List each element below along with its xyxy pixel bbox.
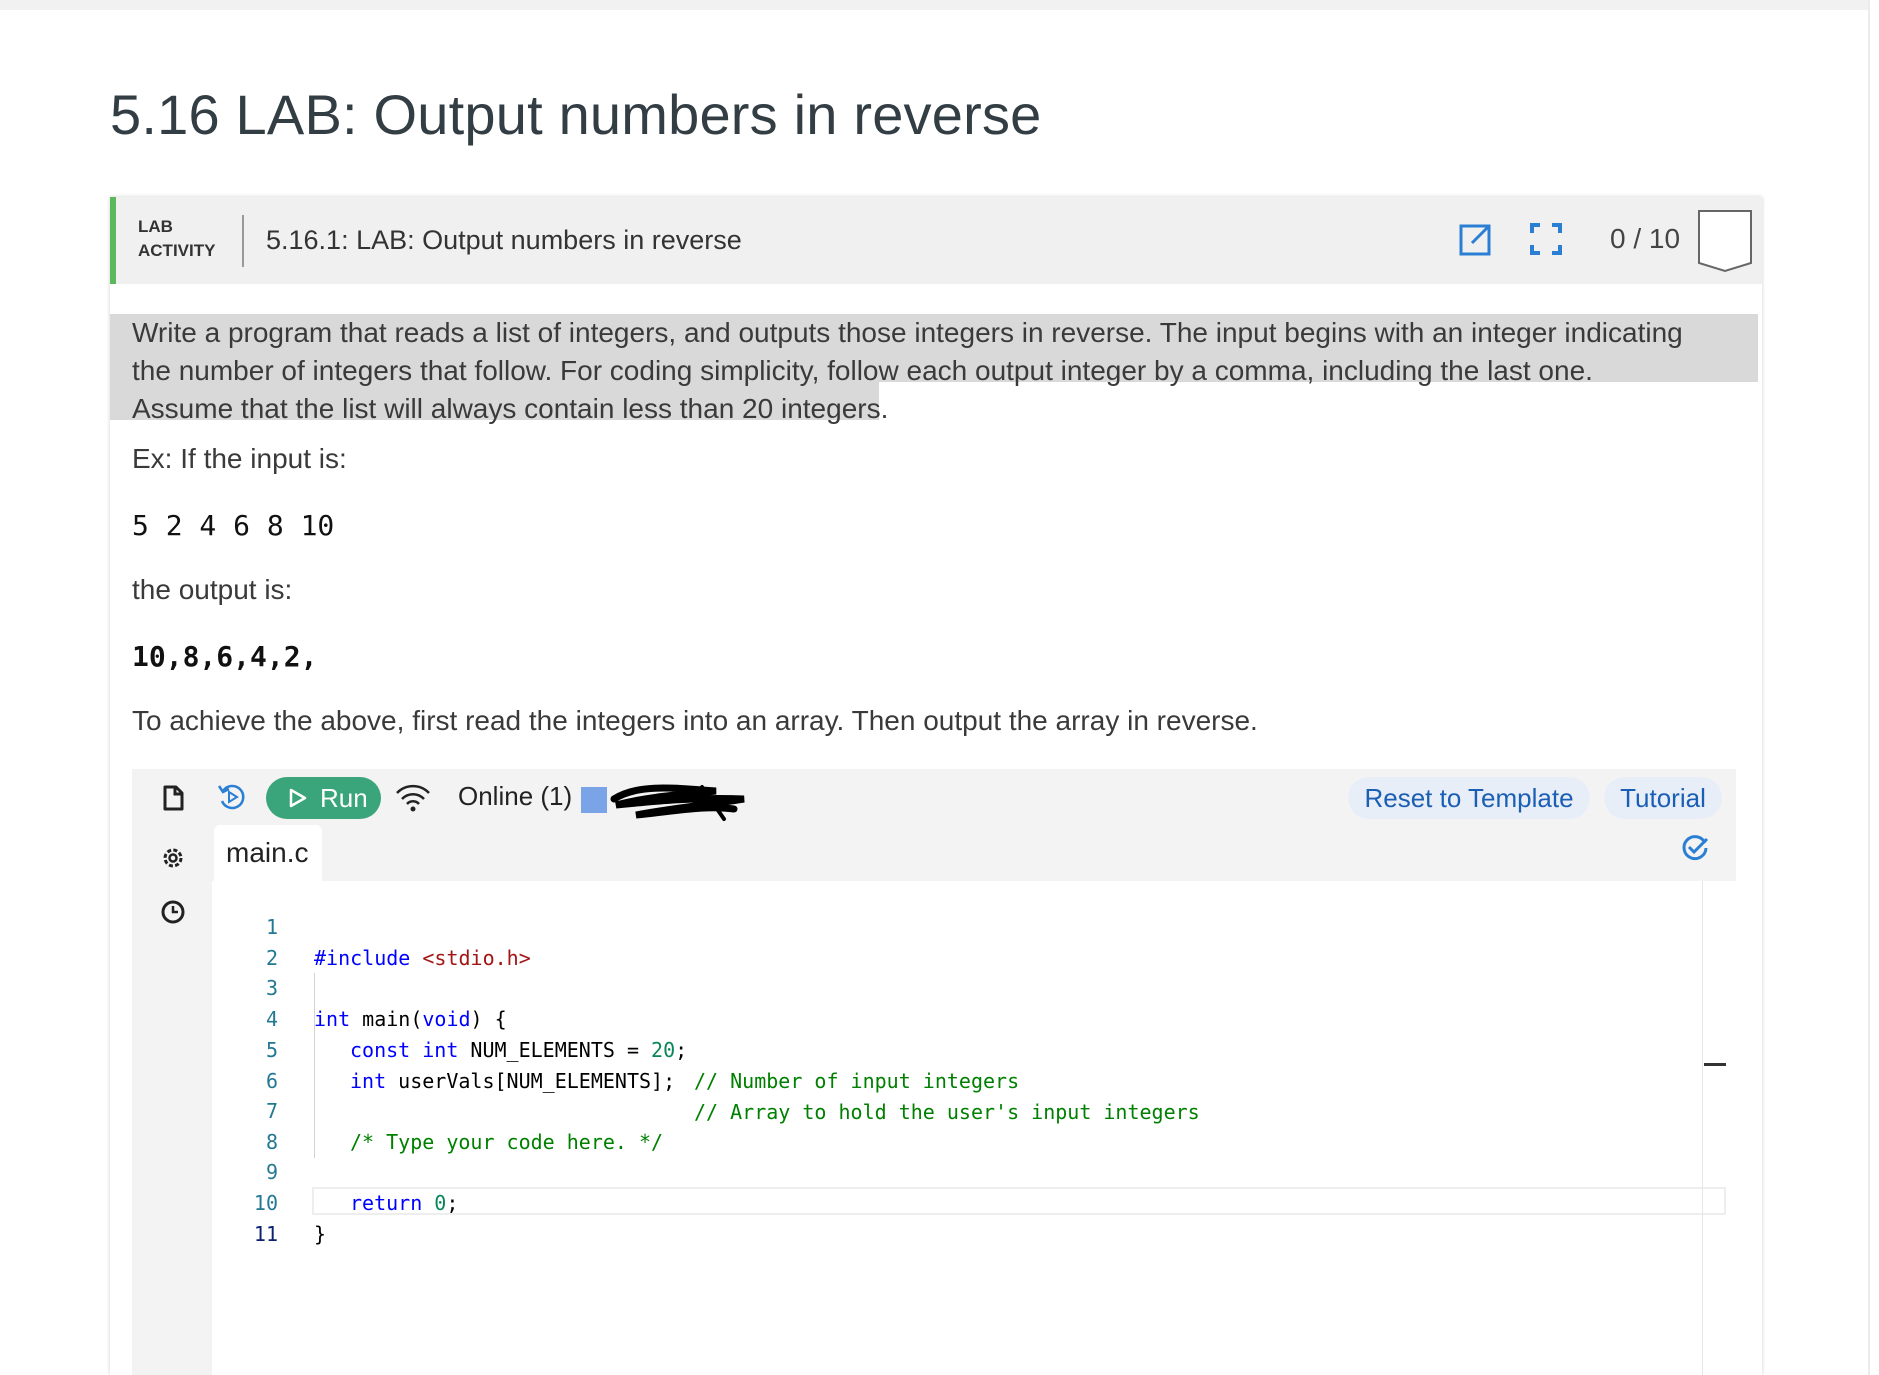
wifi-icon	[396, 784, 430, 812]
output-intro: the output is:	[132, 574, 293, 605]
saved-check-icon	[1682, 835, 1709, 861]
code-editor[interactable]: 1 #include <stdio.h> 2 3 int main(void) …	[212, 881, 1736, 1375]
code-editor-panel: Run Online (1) Reset to Template Tutoria…	[132, 769, 1736, 1375]
code-line-4: 4 const int NUM_ELEMENTS = 20; // Number…	[212, 973, 1700, 1093]
activity-type-line1: LAB	[138, 217, 173, 236]
code-line-3: 3 int main(void) {	[212, 942, 1700, 1031]
scrollbar-marker	[1704, 1063, 1726, 1066]
redaction-scribble	[610, 784, 745, 821]
tutorial-button[interactable]: Tutorial	[1604, 777, 1722, 819]
code-line-9: 9 return 0;	[212, 1126, 1700, 1215]
history-icon[interactable]	[158, 897, 188, 927]
completion-badge-icon	[1698, 210, 1752, 273]
page-title: 5.16 LAB: Output numbers in reverse	[110, 83, 1042, 146]
editor-scrollbar[interactable]	[1702, 881, 1703, 1375]
code-line-5: 5 int userVals[NUM_ELEMENTS]; // Array t…	[212, 1004, 1700, 1124]
code-line-6: 6	[212, 1035, 1700, 1093]
code-line-10: 10 }	[212, 1157, 1700, 1246]
page-edge	[1868, 0, 1870, 1375]
run-label: Run	[320, 783, 368, 813]
code-line-2: 2	[212, 912, 1700, 970]
settings-icon[interactable]	[158, 843, 188, 873]
activity-type-label: LAB ACTIVITY	[138, 215, 228, 263]
play-icon	[289, 788, 307, 808]
top-strip	[0, 0, 1870, 10]
example-output: 10,8,6,4,2,	[132, 640, 318, 673]
external-link-icon[interactable]	[1458, 221, 1494, 257]
code-line-1: 1 #include <stdio.h>	[212, 881, 1700, 970]
reset-to-template-button[interactable]: Reset to Template	[1348, 777, 1590, 819]
activity-title: 5.16.1: LAB: Output numbers in reverse	[266, 225, 742, 255]
reset-code-icon[interactable]	[216, 781, 248, 813]
input-intro: Ex: If the input is:	[132, 443, 347, 474]
fullscreen-icon[interactable]	[1528, 221, 1564, 257]
code-text: }	[314, 1222, 327, 1246]
code-line-11: 11	[212, 1188, 1700, 1246]
hint-text: To achieve the above, first read the int…	[132, 705, 1258, 736]
file-tab-main-c[interactable]: main.c	[214, 825, 322, 881]
code-line-7: 7 /* Type your code here. */	[212, 1065, 1700, 1154]
user-presence-indicator	[581, 787, 607, 813]
file-icon[interactable]	[158, 783, 188, 813]
activity-header: LAB ACTIVITY 5.16.1: LAB: Output numbers…	[110, 197, 1762, 284]
code-line-8: 8	[212, 1096, 1700, 1154]
description-text: Write a program that reads a list of int…	[132, 317, 1683, 424]
online-status: Online (1)	[458, 781, 573, 811]
header-divider	[242, 215, 244, 267]
lab-activity: LAB ACTIVITY 5.16.1: LAB: Output numbers…	[110, 197, 1762, 1375]
activity-type-line2: ACTIVITY	[138, 241, 216, 260]
score: 0 / 10	[1610, 223, 1681, 254]
problem-description: Write a program that reads a list of int…	[110, 314, 1762, 424]
example-input: 5 2 4 6 8 10	[132, 509, 335, 542]
line-number: 11	[253, 1222, 278, 1246]
run-button[interactable]: Run	[266, 777, 381, 819]
